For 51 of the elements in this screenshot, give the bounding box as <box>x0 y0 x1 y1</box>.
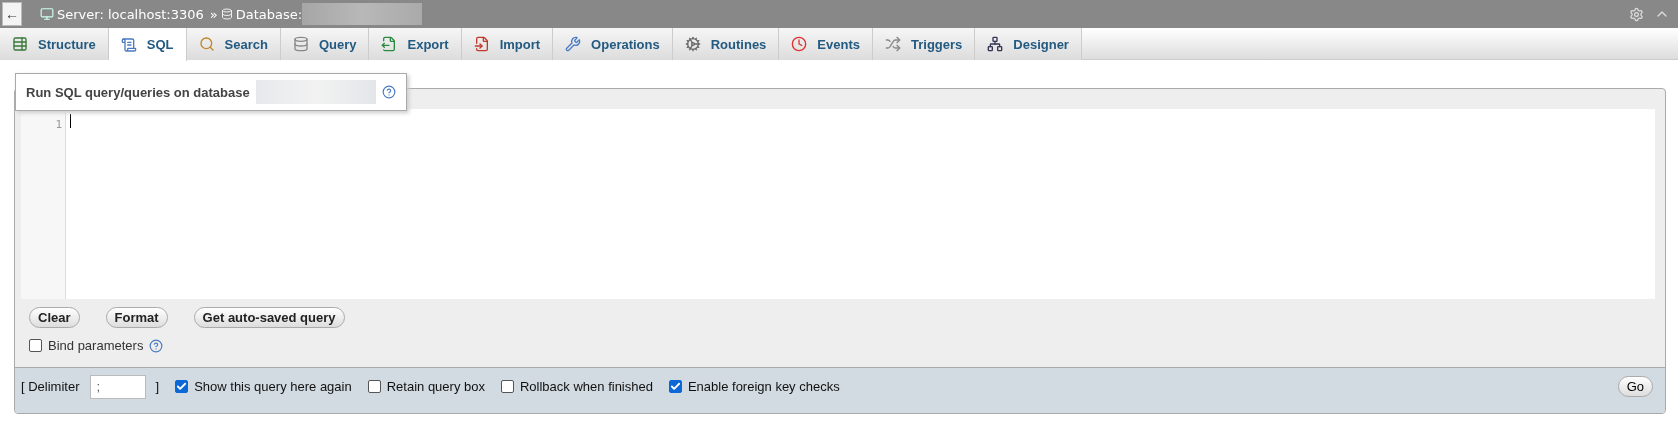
tab[interactable]: Search <box>186 28 281 60</box>
settings-icon[interactable] <box>1629 6 1644 22</box>
search-icon <box>198 36 215 52</box>
checkbox-label: Rollback when finished <box>519 379 653 394</box>
tab[interactable]: Operations <box>553 28 673 60</box>
checkbox-label: Bind parameters <box>48 338 144 353</box>
text-cursor <box>70 114 71 128</box>
database-icon <box>220 8 233 20</box>
tab[interactable]: Events <box>779 28 873 60</box>
scroll-icon <box>120 36 137 53</box>
checkbox[interactable] <box>175 380 189 393</box>
tab[interactable]: Routines <box>672 28 780 60</box>
database-link[interactable]: Database: <box>235 6 303 22</box>
export-icon <box>381 36 398 52</box>
gears-icon <box>684 36 701 52</box>
checkbox[interactable] <box>367 380 381 393</box>
help-icon[interactable] <box>149 338 164 353</box>
tab[interactable]: Triggers <box>873 28 976 60</box>
separator: » <box>209 6 218 22</box>
clock-icon <box>791 36 808 52</box>
back-button[interactable]: ← <box>2 2 22 26</box>
line-number: 1 <box>55 118 62 131</box>
import-icon <box>473 36 490 52</box>
tab[interactable]: Query <box>280 28 370 60</box>
server-link[interactable]: Server: localhost:3306 <box>57 6 204 22</box>
bracket: ] <box>155 379 160 394</box>
checkbox-label: Enable foreign key checks <box>687 379 840 394</box>
database-icon <box>292 36 309 52</box>
tab[interactable]: Designer <box>975 28 1082 60</box>
help-icon[interactable] <box>381 85 396 99</box>
monitor-icon <box>40 7 54 21</box>
network-icon <box>987 36 1004 52</box>
action-button[interactable]: Get auto-saved query <box>193 307 345 328</box>
checkbox-label: Retain query box <box>386 379 485 394</box>
go-button[interactable]: Go <box>1617 376 1653 397</box>
delimiter-label: [ Delimiter <box>21 379 80 394</box>
action-button[interactable]: Format <box>105 307 168 328</box>
shuffle-icon <box>885 36 901 52</box>
legend-title: Run SQL query/queries on database <box>26 84 250 100</box>
checkbox[interactable] <box>500 380 514 393</box>
tab[interactable]: Export <box>369 28 462 60</box>
tab[interactable]: SQL <box>108 28 187 61</box>
checkbox[interactable] <box>668 380 682 393</box>
tab[interactable]: Import <box>461 28 554 60</box>
delimiter-field[interactable]: ; <box>89 374 146 399</box>
checkbox[interactable] <box>29 339 42 352</box>
action-button[interactable]: Clear <box>29 307 80 328</box>
table-icon <box>12 36 28 52</box>
wrench-icon <box>565 36 582 52</box>
tab[interactable]: Structure <box>0 28 109 60</box>
checkbox-label: Show this query here again <box>194 379 352 394</box>
